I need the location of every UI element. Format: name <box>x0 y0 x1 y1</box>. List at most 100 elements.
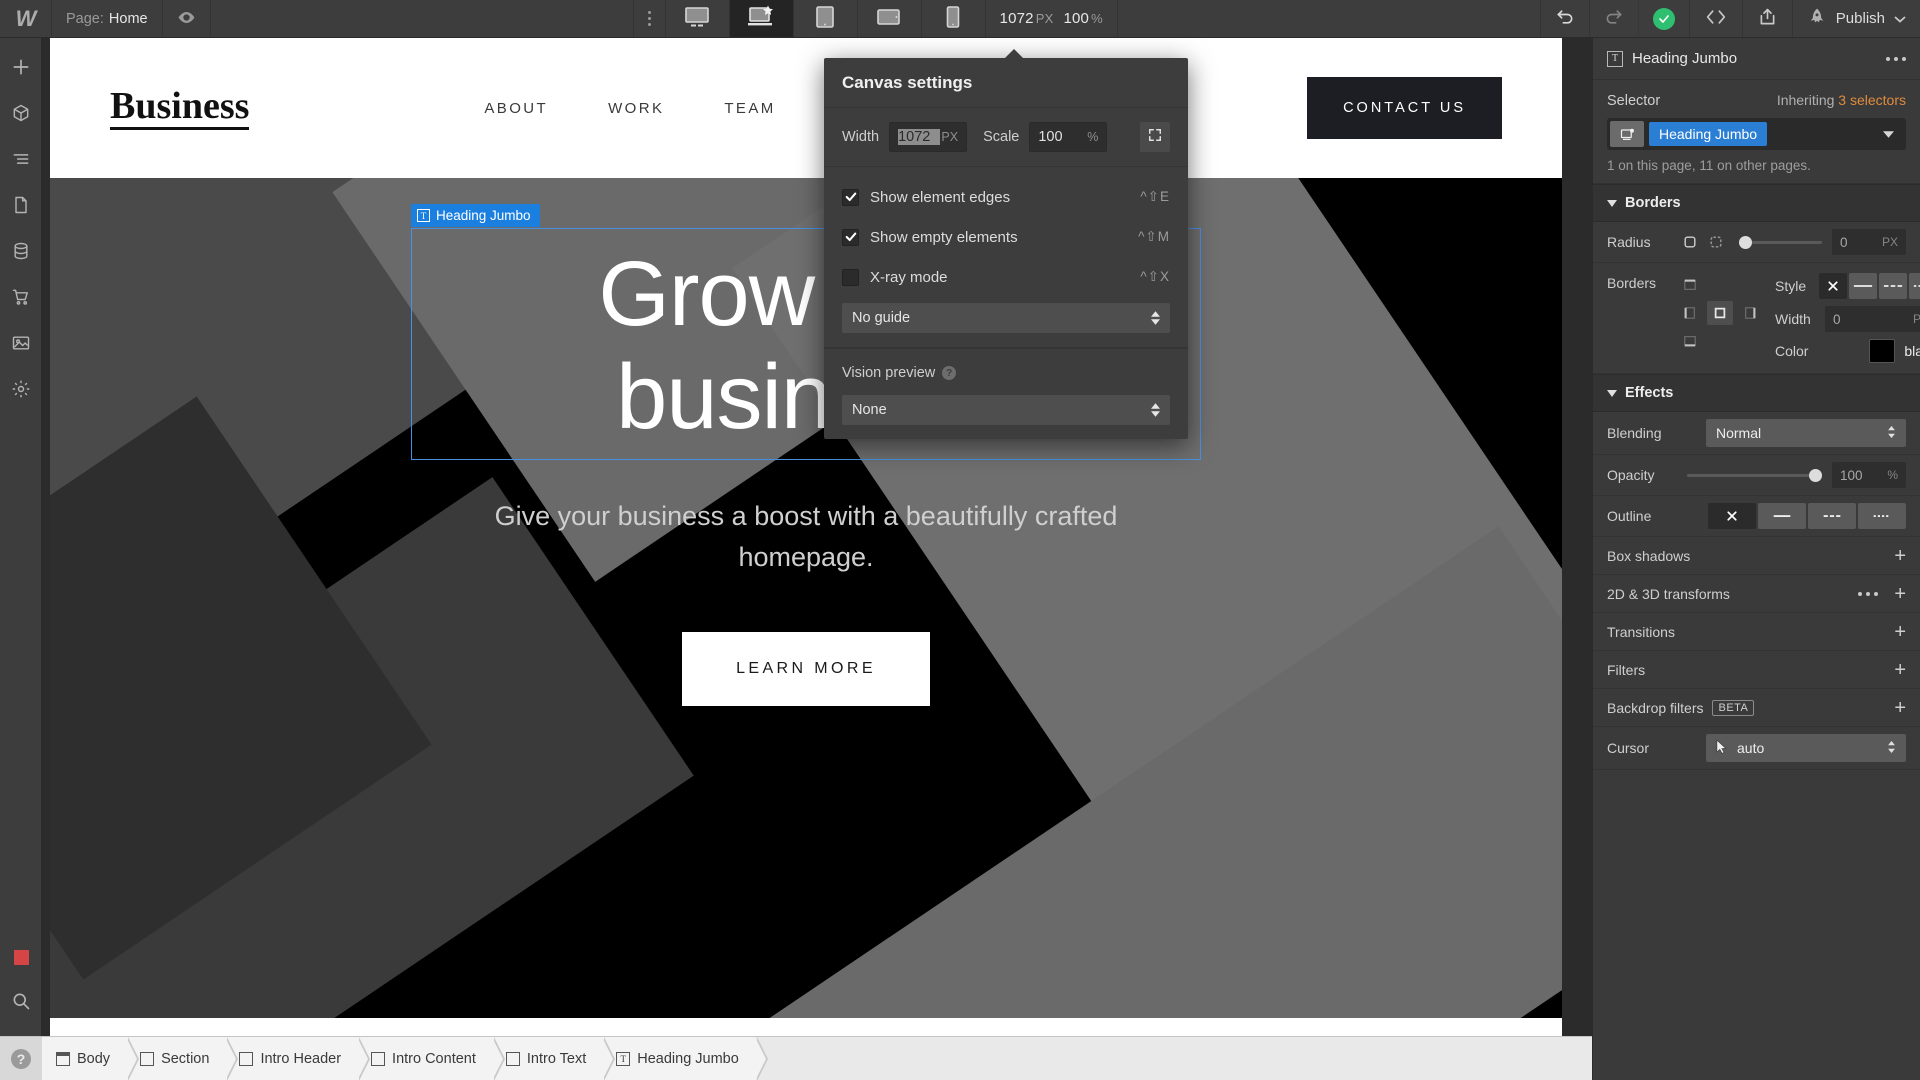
border-top-button[interactable] <box>1677 273 1703 297</box>
transforms-options-icon[interactable] <box>1858 591 1879 596</box>
border-color-swatch[interactable] <box>1869 339 1896 363</box>
xray-mode-checkbox[interactable] <box>842 268 859 286</box>
outline-solid-button[interactable] <box>1758 503 1806 529</box>
sidebar-item-assets[interactable] <box>0 322 42 368</box>
device-tablet-button[interactable] <box>794 0 858 37</box>
add-transition-button[interactable]: + <box>1894 622 1906 642</box>
nav-link-work[interactable]: WORK <box>608 100 664 117</box>
inheriting-count[interactable]: 3 selectors <box>1838 92 1906 108</box>
nav-link-team[interactable]: TEAM <box>724 100 775 117</box>
border-right-button[interactable] <box>1737 301 1763 325</box>
device-laptop-button[interactable] <box>729 0 794 37</box>
show-element-edges-row[interactable]: Show element edges ^⇧E <box>842 177 1170 217</box>
site-brand[interactable]: Business <box>110 87 250 130</box>
code-export-button[interactable] <box>1690 0 1743 37</box>
border-width-field[interactable]: 0 PX <box>1825 306 1920 332</box>
selected-element-name: Heading Jumbo <box>1632 50 1738 67</box>
sidebar-item-pages[interactable] <box>0 184 42 230</box>
page-selector[interactable]: Page: Home <box>52 0 163 37</box>
sidebar-item-settings[interactable] <box>0 368 42 414</box>
chevron-down-icon[interactable] <box>1883 125 1894 143</box>
border-all-button[interactable] <box>1707 301 1733 325</box>
outline-dotted-button[interactable] <box>1858 503 1906 529</box>
preview-toggle-button[interactable] <box>163 0 211 37</box>
border-left-button[interactable] <box>1677 301 1703 325</box>
add-backdrop-filter-button[interactable]: + <box>1894 698 1906 718</box>
border-style-dotted-button[interactable] <box>1909 273 1920 299</box>
canvas-area[interactable]: Business ABOUT WORK TEAM CONTACT US T He… <box>42 38 1592 1036</box>
show-empty-elements-checkbox[interactable] <box>842 228 859 246</box>
save-status-button[interactable] <box>1639 0 1690 37</box>
show-empty-elements-row[interactable]: Show empty elements ^⇧M <box>842 217 1170 257</box>
sidebar-item-cms[interactable] <box>0 230 42 276</box>
border-style-none-button[interactable] <box>1819 273 1847 299</box>
blending-select[interactable]: Normal <box>1706 419 1906 447</box>
breadcrumb-item-intro-content[interactable]: Intro Content <box>357 1036 505 1080</box>
radius-slider[interactable] <box>1739 235 1822 249</box>
selector-dropdown[interactable]: Heading Jumbo <box>1607 118 1906 150</box>
canvas-options-button[interactable] <box>634 0 666 37</box>
width-input[interactable] <box>898 129 941 145</box>
outline-dashed-button[interactable] <box>1808 503 1856 529</box>
device-mobile-button[interactable] <box>922 0 986 37</box>
webflow-logo-button[interactable]: W <box>0 0 52 37</box>
help-button[interactable]: ? <box>0 1036 42 1080</box>
sidebar-item-add-elements[interactable] <box>0 46 42 92</box>
breadcrumb-item-body[interactable]: Body <box>42 1036 140 1080</box>
scale-input-wrap[interactable]: % <box>1029 122 1108 152</box>
device-tablet-landscape-button[interactable] <box>858 0 922 37</box>
sidebar-item-ecommerce[interactable] <box>0 276 42 322</box>
radius-value-field[interactable]: 0 PX <box>1832 229 1906 255</box>
borders-section-header[interactable]: Borders <box>1593 184 1920 222</box>
outline-none-button[interactable] <box>1708 503 1756 529</box>
share-button[interactable] <box>1743 0 1793 37</box>
publish-button[interactable]: Publish <box>1793 0 1920 37</box>
redo-button[interactable] <box>1590 0 1639 37</box>
transitions-row[interactable]: Transitions + <box>1593 613 1920 651</box>
fit-to-screen-button[interactable] <box>1140 122 1170 152</box>
sidebar-item-navigator[interactable] <box>0 138 42 184</box>
scale-input[interactable] <box>1038 129 1081 145</box>
contact-us-button[interactable]: CONTACT US <box>1307 77 1502 139</box>
add-filter-button[interactable]: + <box>1894 660 1906 680</box>
nav-link-about[interactable]: ABOUT <box>484 100 548 117</box>
add-box-shadow-button[interactable]: + <box>1894 546 1906 566</box>
question-mark-icon[interactable]: ? <box>942 366 957 380</box>
filters-row[interactable]: Filters + <box>1593 651 1920 689</box>
add-transform-button[interactable]: + <box>1894 584 1906 604</box>
element-more-options-button[interactable] <box>1886 56 1906 61</box>
breadcrumb-item-heading-jumbo[interactable]: T Heading Jumbo <box>602 1036 768 1080</box>
device-desktop-button[interactable] <box>666 0 730 37</box>
show-element-edges-checkbox[interactable] <box>842 188 859 206</box>
backdrop-filters-row[interactable]: Backdrop filters BETA + <box>1593 689 1920 727</box>
site-preview[interactable]: Business ABOUT WORK TEAM CONTACT US T He… <box>50 38 1562 1036</box>
sidebar-item-video-preview[interactable] <box>0 934 42 980</box>
cursor-select[interactable]: auto <box>1706 734 1906 762</box>
hero-section[interactable]: T Heading Jumbo Grow your business. Give… <box>50 178 1562 1018</box>
selector-tag[interactable]: Heading Jumbo <box>1649 122 1768 146</box>
breadcrumb-item-intro-text[interactable]: Intro Text <box>491 1036 616 1080</box>
effects-section-header[interactable]: Effects <box>1593 374 1920 412</box>
breadcrumb-item-section[interactable]: Section <box>126 1036 239 1080</box>
canvas-size-display[interactable]: 1072 PX 100 % <box>986 0 1118 37</box>
sidebar-item-search[interactable] <box>0 980 42 1026</box>
border-bottom-button[interactable] <box>1677 329 1703 353</box>
opacity-value-field[interactable]: 100 % <box>1832 462 1906 488</box>
transforms-row[interactable]: 2D & 3D transforms + <box>1593 575 1920 613</box>
learn-more-button[interactable]: LEARN MORE <box>682 632 930 707</box>
border-style-solid-button[interactable] <box>1849 273 1877 299</box>
canvas-settings-popup[interactable]: Canvas settings Width PX Scale % <box>824 49 1188 439</box>
width-input-wrap[interactable]: PX <box>889 122 968 152</box>
guide-select[interactable]: No guide <box>842 303 1170 333</box>
sidebar-item-components[interactable] <box>0 92 42 138</box>
undo-button[interactable] <box>1541 0 1590 37</box>
xray-mode-row[interactable]: X-ray mode ^⇧X <box>842 257 1170 297</box>
box-shadows-row[interactable]: Box shadows + <box>1593 537 1920 575</box>
vision-preview-select[interactable]: None <box>842 395 1170 425</box>
rocket-icon <box>1807 7 1827 31</box>
radius-individual-button[interactable] <box>1703 230 1729 254</box>
opacity-slider[interactable] <box>1687 468 1822 482</box>
radius-all-button[interactable] <box>1677 230 1703 254</box>
border-style-dashed-button[interactable] <box>1879 273 1907 299</box>
breadcrumb-item-intro-header[interactable]: Intro Header <box>225 1036 370 1080</box>
